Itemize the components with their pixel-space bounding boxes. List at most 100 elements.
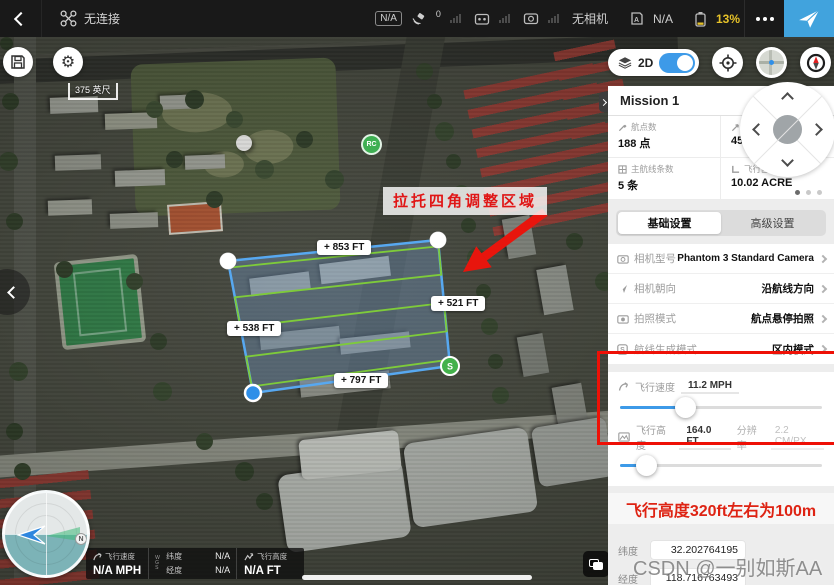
save-mission-button[interactable] bbox=[3, 47, 33, 77]
nudge-right-button[interactable] bbox=[810, 123, 823, 136]
edge-length-label-right: + 521 FT bbox=[431, 296, 485, 311]
app-screen: 无连接 N/A 0 无相机 A N/ bbox=[0, 0, 834, 585]
chevron-left-icon bbox=[7, 286, 20, 299]
camera-signal-bars-icon bbox=[548, 14, 559, 23]
camera-status-icon bbox=[523, 12, 539, 25]
camera-status: 无相机 bbox=[572, 10, 608, 27]
map-mode-label: 2D bbox=[638, 56, 653, 70]
compass-reset-button[interactable] bbox=[800, 47, 831, 78]
map-mode-toggle[interactable]: 2D bbox=[608, 49, 699, 76]
capture-mode-icon bbox=[617, 314, 629, 324]
svg-text:S: S bbox=[620, 347, 625, 354]
minimap-thumbnail bbox=[759, 50, 784, 75]
gear-icon: ⚙ bbox=[61, 52, 75, 72]
svg-text:A: A bbox=[634, 17, 639, 24]
panel-collapse-button[interactable] bbox=[599, 92, 608, 112]
altitude-slider[interactable] bbox=[620, 454, 822, 476]
tutorial-annotation: 拉托四角调整区域 bbox=[383, 187, 547, 215]
altitude-value-field[interactable]: 164.0 FT bbox=[679, 424, 730, 450]
save-icon bbox=[10, 54, 26, 70]
corner-handle[interactable] bbox=[430, 232, 447, 249]
altitude-icon bbox=[244, 552, 254, 561]
satellite-icon bbox=[411, 12, 427, 26]
mission-settings-button[interactable]: ⚙ bbox=[53, 47, 83, 77]
north-badge: N bbox=[75, 533, 87, 545]
minimap-button[interactable] bbox=[756, 47, 787, 78]
dpad-center-button[interactable] bbox=[773, 115, 802, 144]
2d-toggle-switch[interactable] bbox=[659, 53, 695, 73]
chevron-right-icon bbox=[600, 98, 607, 105]
more-menu-button[interactable] bbox=[744, 0, 784, 37]
altitude-note: 飞行高度320ft左右为100m bbox=[608, 493, 834, 524]
survey-polygon[interactable] bbox=[228, 240, 450, 393]
speed-slider[interactable] bbox=[620, 396, 822, 418]
grid-icon bbox=[618, 165, 627, 174]
nudge-dpad[interactable] bbox=[740, 82, 834, 177]
setting-capture-mode[interactable]: 拍照模式 航点悬停拍照 bbox=[608, 304, 834, 334]
map-scale-bar: 375 英尺 bbox=[68, 83, 118, 100]
nudge-left-button[interactable] bbox=[752, 123, 765, 136]
telemetry-position: WGS 纬度N/A 经度N/A bbox=[148, 548, 236, 579]
remote-controller-icon bbox=[474, 12, 490, 26]
locate-me-button[interactable] bbox=[712, 47, 743, 78]
layers-icon bbox=[618, 56, 632, 69]
speed-label: 飞行速度 bbox=[635, 379, 675, 394]
nudge-down-button[interactable] bbox=[781, 154, 794, 167]
flight-speed-icon bbox=[618, 381, 629, 392]
chevron-right-icon bbox=[819, 314, 827, 322]
waypoint-icon bbox=[618, 123, 627, 132]
edge-length-label-left: + 538 FT bbox=[227, 321, 281, 336]
crosshair-icon bbox=[719, 54, 737, 72]
route-mode-icon: S bbox=[617, 344, 628, 355]
altitude-slider-knob[interactable] bbox=[636, 455, 657, 476]
stats-pager-dots[interactable] bbox=[795, 190, 822, 195]
ruler-icon bbox=[731, 165, 740, 174]
takeoff-button[interactable] bbox=[784, 0, 834, 37]
datum-label: WGS bbox=[155, 556, 162, 571]
edge-length-label-top: + 853 FT bbox=[317, 240, 371, 255]
setting-camera-model[interactable]: 相机型号 Phantom 3 Standard Camera bbox=[608, 244, 834, 274]
chevron-right-icon bbox=[819, 345, 827, 353]
settings-list: 相机型号 Phantom 3 Standard Camera 相机朝向 沿航线方… bbox=[608, 244, 834, 364]
flight-mode-value: N/A bbox=[653, 12, 673, 26]
home-indicator[interactable] bbox=[302, 575, 532, 580]
aircraft-connection: 无连接 bbox=[60, 10, 120, 27]
back-button[interactable] bbox=[0, 0, 42, 37]
satellite-count: 0 bbox=[436, 9, 441, 19]
telemetry-altitude: 飞行高度 N/A FT bbox=[236, 548, 294, 579]
screenshot-layers-button[interactable] bbox=[583, 551, 609, 577]
tab-advanced-settings[interactable]: 高级设置 bbox=[721, 212, 824, 234]
top-status-bar: 无连接 N/A 0 无相机 A N/ bbox=[0, 0, 834, 37]
edge-length-label-bottom: + 797 FT bbox=[334, 373, 388, 388]
corner-handle-selected[interactable] bbox=[245, 385, 261, 401]
flight-mode-icon: A bbox=[629, 11, 644, 26]
overlapping-frames-icon bbox=[589, 559, 603, 570]
camera-icon bbox=[617, 254, 629, 264]
tab-basic-settings[interactable]: 基础设置 bbox=[618, 212, 721, 234]
speed-value-field[interactable]: 11.2 MPH bbox=[681, 379, 739, 394]
battery-percent: 13% bbox=[716, 12, 740, 26]
nudge-up-button[interactable] bbox=[781, 92, 794, 105]
compass-icon bbox=[806, 53, 826, 73]
flight-sliders: 飞行速度 11.2 MPH 飞行高度 164.0 FT 分辨率 2.2 CM/P… bbox=[608, 372, 834, 486]
stat-main-lines: 主航线条数 5 条 bbox=[608, 158, 721, 200]
watermark: CSDN @一别如斯AA bbox=[633, 552, 822, 581]
setting-camera-heading[interactable]: 相机朝向 沿航线方向 bbox=[608, 274, 834, 304]
drone-icon bbox=[60, 10, 77, 27]
battery-icon bbox=[694, 11, 707, 27]
corner-handle[interactable] bbox=[220, 253, 237, 270]
altitude-label: 飞行高度 bbox=[636, 422, 673, 452]
setting-route-generation[interactable]: S 航线生成模式 区内模式 bbox=[608, 334, 834, 364]
chevron-right-icon bbox=[819, 254, 827, 262]
resolution-label: 分辨率 bbox=[737, 422, 765, 452]
annotation-arrow bbox=[463, 212, 545, 272]
rc-signal-bars-icon bbox=[499, 14, 510, 23]
start-point-marker[interactable]: S bbox=[441, 357, 459, 375]
mission-panel: Mission 1 航点数 188 点 航线长度 4533 F bbox=[608, 86, 834, 585]
gps-signal-bars-icon bbox=[450, 14, 461, 23]
resolution-value: 2.2 CM/PX bbox=[771, 424, 824, 450]
status-indicators: N/A 0 无相机 A N/A bbox=[375, 10, 740, 27]
speed-slider-knob[interactable] bbox=[675, 397, 696, 418]
airplane-icon bbox=[798, 9, 820, 29]
flight-altitude-icon bbox=[618, 432, 630, 442]
